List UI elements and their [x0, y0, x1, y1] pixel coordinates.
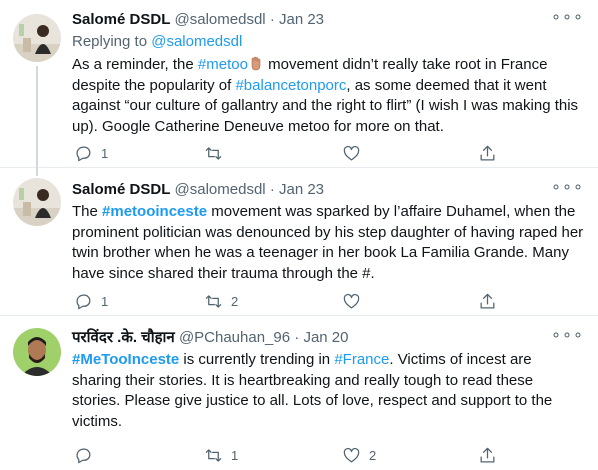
- reply-icon: [76, 294, 91, 309]
- tweet-text-part: The: [72, 203, 103, 220]
- user-handle[interactable]: @salomedsdl: [175, 11, 266, 28]
- like-icon: [343, 293, 360, 308]
- tweet-date[interactable]: Jan 23: [279, 181, 324, 198]
- reply-count: 1: [101, 293, 109, 309]
- more-icon[interactable]: ∘∘∘: [551, 328, 584, 344]
- tweet-text-part: is currently trending in: [179, 351, 335, 368]
- like-button[interactable]: [342, 142, 369, 164]
- reply-button[interactable]: 1: [74, 142, 108, 164]
- avatar-photo-icon: [13, 14, 61, 62]
- share-button[interactable]: [478, 290, 497, 312]
- tweet-text-part: As a reminder, the: [72, 56, 198, 73]
- hashtag-link[interactable]: #metooinceste: [102, 203, 207, 220]
- share-button[interactable]: [478, 444, 497, 466]
- display-name[interactable]: परविंदर .के. चौहान: [72, 329, 175, 346]
- tweet-actions: 1: [72, 142, 584, 164]
- share-icon: [480, 293, 495, 308]
- retweet-icon: [205, 448, 222, 462]
- avatar[interactable]: [13, 178, 61, 226]
- reply-icon: [76, 448, 91, 463]
- retweet-count: 1: [231, 447, 239, 463]
- tweet-1[interactable]: Salomé DSDL @salomedsdl · Jan 23 ∘∘∘ Rep…: [0, 0, 598, 168]
- retweet-button[interactable]: 2: [204, 290, 238, 312]
- tweet-3[interactable]: परविंदर .के. चौहान @PChauhan_96 · Jan 20…: [0, 316, 598, 470]
- hashtag-link[interactable]: #balancetonporc: [235, 77, 346, 94]
- reply-button[interactable]: [74, 444, 101, 466]
- avatar[interactable]: [13, 14, 61, 62]
- replying-to: Replying to @salomedsdl: [72, 32, 242, 52]
- thread-line: [36, 66, 38, 168]
- share-icon: [480, 447, 495, 462]
- reply-button[interactable]: 1: [74, 290, 108, 312]
- tweet-2[interactable]: Salomé DSDL @salomedsdl · Jan 23 ∘∘∘ The…: [0, 168, 598, 316]
- separator-dot: ·: [269, 181, 275, 198]
- hashtag-link[interactable]: #France: [334, 351, 389, 368]
- retweet-button[interactable]: [204, 142, 231, 164]
- more-icon[interactable]: ∘∘∘: [551, 10, 584, 26]
- replying-prefix: Replying to: [72, 33, 152, 50]
- tweet-date[interactable]: Jan 20: [303, 329, 348, 346]
- like-count: 2: [369, 447, 377, 463]
- avatar[interactable]: [13, 328, 61, 376]
- tweet-header: परविंदर .के. चौहान @PChauhan_96 · Jan 20: [72, 328, 348, 348]
- separator-dot: ·: [294, 329, 300, 346]
- user-handle[interactable]: @PChauhan_96: [179, 329, 290, 346]
- like-icon: [343, 145, 360, 160]
- tweet-header: Salomé DSDL @salomedsdl · Jan 23: [72, 180, 324, 200]
- retweet-button[interactable]: 1: [204, 444, 238, 466]
- reply-icon: [76, 146, 91, 161]
- retweet-icon: [205, 294, 222, 308]
- tweet-text: The #metooinceste movement was sparked b…: [72, 202, 584, 284]
- user-handle[interactable]: @salomedsdl: [175, 181, 266, 198]
- more-icon[interactable]: ∘∘∘: [551, 180, 584, 196]
- hashtag-link[interactable]: #MeTooInceste: [72, 351, 179, 368]
- like-button[interactable]: [342, 290, 369, 312]
- share-button[interactable]: [478, 142, 497, 164]
- tweet-text: #MeTooInceste is currently trending in #…: [72, 350, 584, 432]
- raised-hand-emoji: [251, 56, 261, 71]
- tweet-date[interactable]: Jan 23: [279, 11, 324, 28]
- tweet-actions: 1 2: [72, 290, 584, 312]
- replying-to-handle[interactable]: @salomedsdl: [151, 33, 242, 50]
- like-icon: [343, 447, 360, 462]
- like-button[interactable]: 2: [342, 444, 376, 466]
- retweet-icon: [205, 146, 222, 160]
- tweet-header: Salomé DSDL @salomedsdl · Jan 23: [72, 10, 324, 30]
- separator-dot: ·: [269, 11, 275, 28]
- tweet-actions: 1 2: [72, 444, 584, 466]
- share-icon: [480, 145, 495, 160]
- tweet-text: As a reminder, the #metoo movement didn’…: [72, 55, 584, 137]
- display-name[interactable]: Salomé DSDL: [72, 181, 170, 198]
- avatar-photo-icon: [13, 178, 61, 226]
- avatar-photo-icon: [13, 328, 61, 376]
- hashtag-link[interactable]: #metoo: [198, 56, 248, 73]
- thread-line: [36, 168, 38, 176]
- retweet-count: 2: [231, 293, 239, 309]
- reply-count: 1: [101, 145, 109, 161]
- display-name[interactable]: Salomé DSDL: [72, 11, 170, 28]
